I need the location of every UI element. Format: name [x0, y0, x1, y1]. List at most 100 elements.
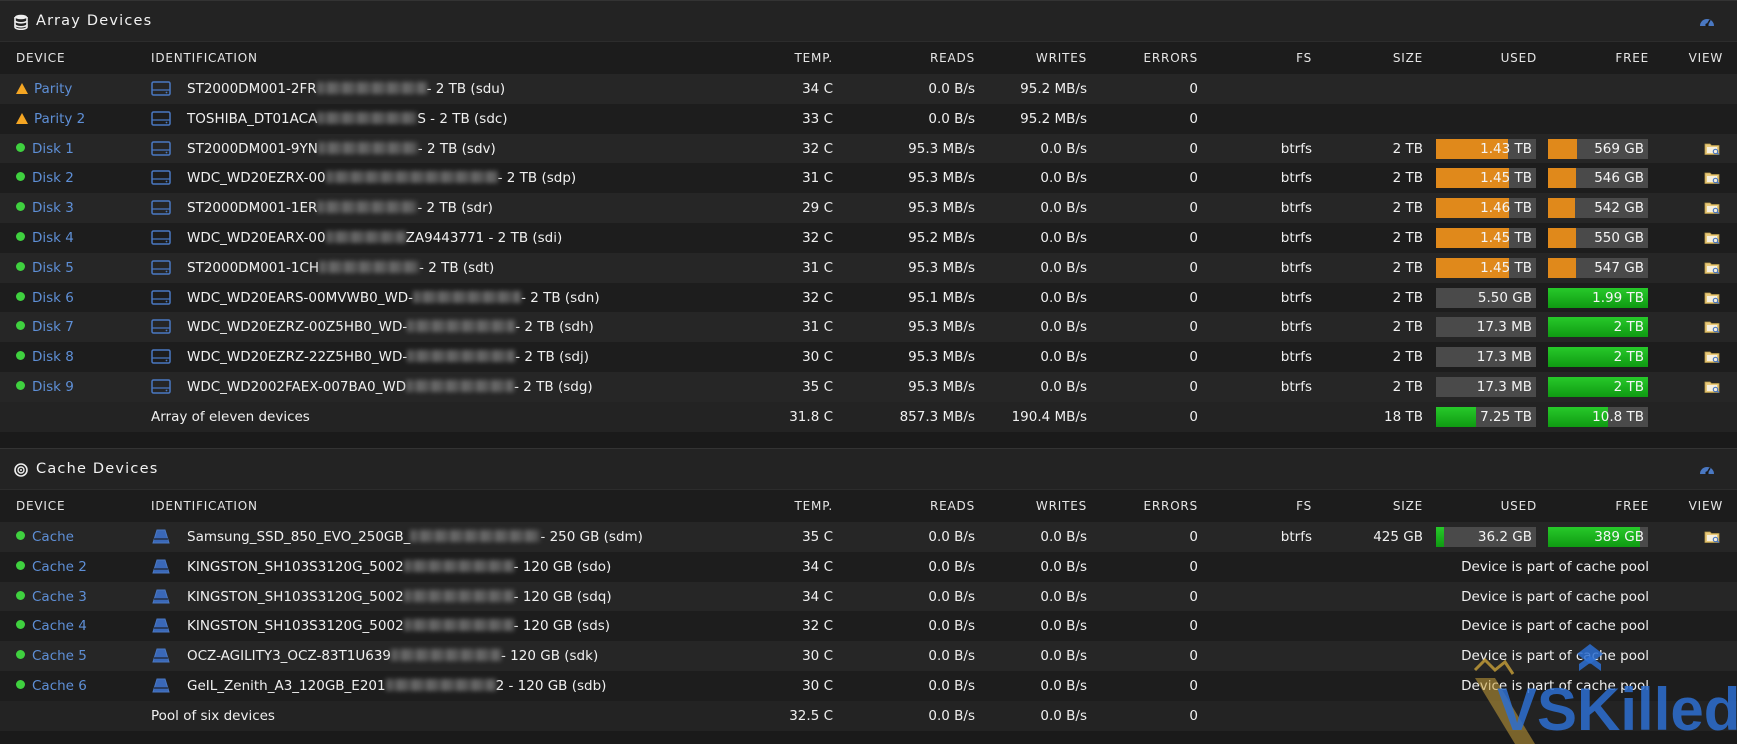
cache-table-body: Cache Samsung_SSD_850_EVO_250GB_ - 250 GB …: [0, 522, 1737, 731]
errors-cell: 0: [1189, 648, 1198, 665]
fs-cell: btrfs: [1280, 200, 1312, 217]
errors-cell: 0: [1189, 588, 1198, 605]
identification-suffix: - 2 TB (sdv): [417, 140, 496, 157]
identification-model: Samsung_SSD_850_EVO_250GB_: [187, 529, 411, 545]
browse-folder-icon[interactable]: [1704, 261, 1720, 274]
identification-cell: ST2000DM001-9YN - 2 TB (sdv): [187, 141, 496, 157]
identification-cell: KINGSTON_SH103S3120G_5002 - 120 GB (sdo): [187, 559, 611, 575]
device-link[interactable]: Cache: [16, 529, 74, 545]
used-bar-value: 17.3 MB: [1476, 378, 1532, 395]
reads-cell: 95.3 MB/s: [908, 349, 975, 366]
browse-folder-icon[interactable]: [1704, 291, 1720, 304]
temp-cell: 32 C: [802, 289, 833, 306]
free-bar-fill: [1548, 257, 1576, 278]
cache-pool-message: Device is part of cache pool: [1461, 588, 1649, 605]
reads-cell: 0.0 B/s: [928, 707, 975, 724]
free-bar-fill: [1548, 198, 1575, 219]
browse-folder-icon[interactable]: [1704, 171, 1720, 185]
browse-folder-icon[interactable]: [1704, 380, 1720, 394]
device-link[interactable]: Cache 2: [16, 559, 87, 575]
device-link[interactable]: Disk 3: [16, 200, 74, 216]
temp-cell: 31 C: [802, 319, 833, 336]
reads-cell: 0.0 B/s: [928, 110, 975, 127]
device-link[interactable]: Disk 7: [16, 319, 74, 335]
device-name: Disk 5: [32, 259, 74, 276]
device-link[interactable]: Disk 6: [16, 290, 74, 306]
reads-cell: 0.0 B/s: [928, 588, 975, 605]
size-cell: 2 TB: [1392, 289, 1423, 306]
device-link[interactable]: Cache 4: [16, 618, 87, 634]
device-link[interactable]: Cache 6: [16, 678, 87, 694]
device-link[interactable]: Disk 2: [16, 170, 74, 186]
dashboard-gauge-icon[interactable]: [1699, 14, 1715, 28]
dashboard-gauge-icon[interactable]: [1699, 462, 1715, 476]
browse-folder-icon[interactable]: [1704, 231, 1720, 245]
summary-label: Pool of six devices: [151, 707, 275, 724]
temp-cell: 30 C: [802, 648, 833, 665]
header-free: FREE: [1615, 499, 1649, 513]
cache-pool-message: Device is part of cache pool: [1461, 677, 1649, 694]
free-bar-fill: [1548, 138, 1577, 159]
errors-cell: 0: [1189, 140, 1198, 157]
device-name: Disk 4: [32, 229, 74, 246]
browse-folder-icon[interactable]: [1704, 201, 1720, 215]
redacted-serial: [316, 82, 427, 94]
header-reads: READS: [930, 499, 975, 513]
free-bar: 542 GB: [1548, 198, 1648, 219]
device-link[interactable]: Disk 9: [16, 379, 74, 395]
temp-cell: 31 C: [802, 259, 833, 276]
used-bar-value: 17.3 MB: [1476, 319, 1532, 336]
identification-suffix: - 2 TB (sdh): [515, 319, 594, 336]
header-size: SIZE: [1392, 499, 1423, 513]
free-bar: 546 GB: [1548, 168, 1648, 189]
browse-folder-icon[interactable]: [1704, 142, 1720, 155]
device-link[interactable]: Disk 5: [16, 260, 74, 276]
browse-folder-icon[interactable]: [1704, 320, 1720, 334]
device-link[interactable]: Cache 5: [16, 648, 87, 664]
writes-cell: 0.0 B/s: [1040, 648, 1087, 665]
identification-suffix: - 250 GB (sdm): [540, 529, 643, 545]
cache-devices-title-bar: Cache Devices: [0, 448, 1737, 490]
redacted-serial: [407, 350, 516, 363]
identification-suffix: - 120 GB (sdq): [513, 588, 612, 605]
identification-suffix: - 2 TB (sdu): [426, 81, 506, 97]
array-devices-title-bar: Array Devices: [0, 0, 1737, 42]
table-row: Disk 8 WDC_WD20EZRZ-22Z5HB0_WD- - 2 TB (sd…: [0, 342, 1737, 372]
errors-cell: 0: [1189, 408, 1198, 425]
device-name: Cache 4: [32, 618, 87, 635]
browse-folder-icon[interactable]: [1704, 530, 1720, 544]
free-bar-value: 569 GB: [1594, 140, 1644, 157]
writes-cell: 0.0 B/s: [1040, 170, 1087, 187]
identification-cell: WDC_WD20EZRZ-00Z5HB0_WD- - 2 TB (sdh): [187, 319, 594, 335]
device-link[interactable]: Parity 2: [16, 111, 85, 127]
used-bar: 17.3 MB: [1436, 347, 1536, 368]
fs-cell: btrfs: [1280, 349, 1312, 366]
identification-cell: TOSHIBA_DT01ACA S - 2 TB (sdc): [187, 111, 508, 127]
device-link[interactable]: Parity: [16, 81, 72, 97]
device-link[interactable]: Disk 4: [16, 230, 74, 246]
identification-suffix: - 2 TB (sdp): [497, 170, 577, 187]
identification-model: WDC_WD20EZRX-00: [187, 170, 326, 187]
temp-cell: 30 C: [802, 349, 833, 366]
ssd-icon: [151, 648, 171, 663]
device-link[interactable]: Disk 1: [16, 141, 74, 157]
browse-folder-icon[interactable]: [1704, 350, 1720, 364]
table-row: Disk 5 ST2000DM001-1CH - 2 TB (sdt) 31 C 95.…: [0, 252, 1737, 283]
errors-cell: 0: [1189, 259, 1198, 276]
writes-cell: 0.0 B/s: [1040, 349, 1087, 366]
identification-suffix: - 120 GB (sdk): [501, 648, 599, 665]
table-row: Disk 7 WDC_WD20EZRZ-00Z5HB0_WD- - 2 TB (sd…: [0, 312, 1737, 343]
device-link[interactable]: Disk 8: [16, 349, 74, 365]
free-bar: 2 TB: [1548, 376, 1648, 397]
free-bar-value: 10.8 TB: [1592, 408, 1644, 425]
header-errors: ERRORS: [1143, 51, 1198, 65]
identification-cell: KINGSTON_SH103S3120G_5002 - 120 GB (sdq): [187, 589, 612, 605]
table-row: Disk 6 WDC_WD20EARS-00MVWB0_WD- - 2 TB (sd…: [0, 282, 1737, 313]
fs-cell: btrfs: [1280, 289, 1312, 306]
identification-cell: WDC_WD20EARS-00MVWB0_WD- - 2 TB (sdn): [187, 290, 600, 306]
redacted-serial: [410, 530, 541, 542]
header-reads: READS: [930, 51, 975, 65]
identification-suffix: ZA9443771 - 2 TB (sdi): [405, 229, 563, 246]
identification-suffix: S - 2 TB (sdc): [417, 110, 508, 127]
device-link[interactable]: Cache 3: [16, 589, 87, 605]
